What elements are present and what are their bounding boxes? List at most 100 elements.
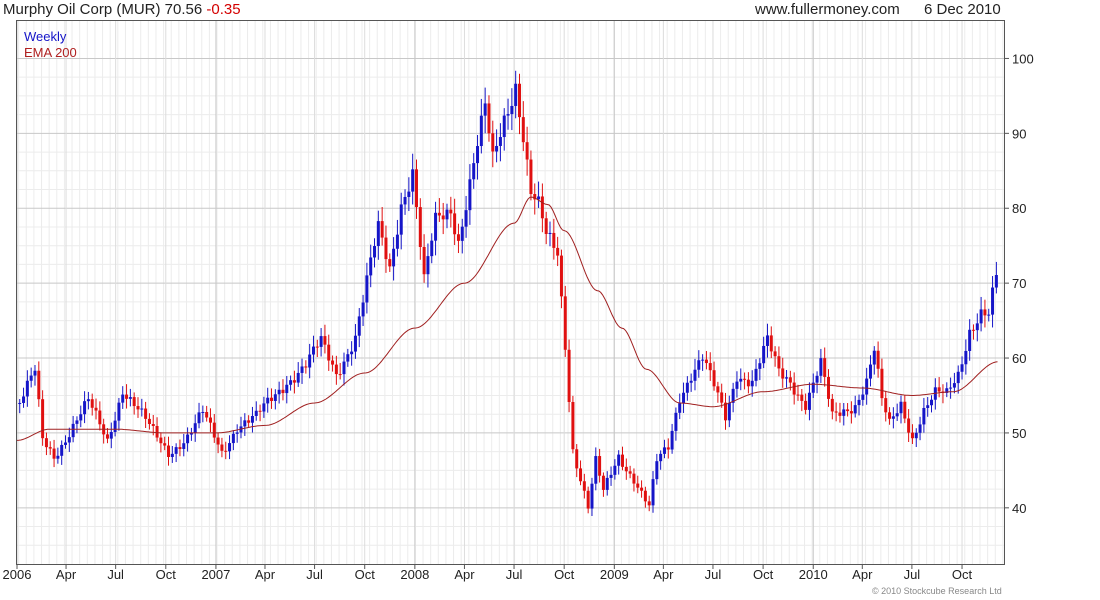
candle-body xyxy=(113,420,117,432)
candle-body xyxy=(388,259,392,267)
candle-body xyxy=(846,409,850,412)
candle-body xyxy=(914,432,918,439)
candle-body xyxy=(651,479,655,506)
candle-body xyxy=(861,394,865,400)
candle-body xyxy=(716,386,720,393)
x-tick-label: Jul xyxy=(705,567,722,582)
candle-body xyxy=(426,256,430,275)
candle-body xyxy=(121,394,125,403)
candle-body xyxy=(724,402,728,421)
candle-body xyxy=(552,232,556,248)
candle-body xyxy=(384,237,388,260)
candle-body xyxy=(926,405,930,408)
candle-body xyxy=(514,83,518,106)
y-axis: 40 50 60 70 80 90 100 xyxy=(1004,51,1034,516)
candle-body xyxy=(949,387,953,389)
candle-body xyxy=(876,350,880,369)
candle-body xyxy=(750,380,754,387)
candle-body xyxy=(155,425,159,438)
copyright: © 2010 Stockcube Research Ltd xyxy=(872,586,1002,596)
candle-body xyxy=(414,169,418,208)
candle-body xyxy=(640,487,644,491)
candle-body xyxy=(708,363,712,371)
candle-body xyxy=(868,364,872,379)
candle-body xyxy=(338,374,342,376)
candle-body xyxy=(960,364,964,372)
candle-body xyxy=(361,302,365,317)
candle-body xyxy=(655,461,659,480)
candle-body xyxy=(743,378,747,380)
candle-body xyxy=(456,234,460,241)
candle-body xyxy=(60,444,64,456)
candle-body xyxy=(579,468,583,482)
x-tick-label: Apr xyxy=(454,567,475,582)
candle-body xyxy=(64,442,68,445)
candle-body xyxy=(853,405,857,414)
candle-body xyxy=(262,403,266,412)
candle-body xyxy=(773,351,777,357)
candle-body xyxy=(331,360,335,365)
candle-body xyxy=(369,257,373,276)
candle-body xyxy=(594,456,598,484)
candle-body xyxy=(258,410,262,412)
candle-body xyxy=(788,377,792,383)
candle-body xyxy=(71,423,75,438)
candle-body xyxy=(647,501,651,506)
candle-body xyxy=(29,375,33,381)
candle-body xyxy=(968,329,972,351)
candle-body xyxy=(807,392,811,410)
candle-body xyxy=(952,383,956,388)
candle-body xyxy=(109,431,113,439)
candle-body xyxy=(48,447,52,449)
candle-body xyxy=(25,380,29,397)
candle-body xyxy=(453,213,457,235)
candle-body xyxy=(819,358,823,376)
candle-body xyxy=(575,449,579,469)
candle-body xyxy=(44,438,48,448)
candle-body xyxy=(136,406,140,410)
candle-body xyxy=(979,309,983,324)
price-chart: 40 50 60 70 80 90 100 2006 Apr Jul Oct 2007 Apr Jul O… xyxy=(3,20,1034,582)
candle-body xyxy=(777,356,781,369)
candle-body xyxy=(151,424,155,426)
candle-body xyxy=(559,255,563,297)
candle-body xyxy=(517,83,521,118)
x-axis: 2006 Apr Jul Oct 2007 Apr Jul Oct 2008 Apr Jul Oct 2… xyxy=(3,564,973,582)
candle-body xyxy=(910,432,914,439)
candle-body xyxy=(662,447,666,454)
candle-body xyxy=(643,490,647,502)
plot-frame xyxy=(16,20,1005,565)
x-tick-label: Apr xyxy=(653,567,674,582)
candle-body xyxy=(758,363,762,369)
candle-body xyxy=(769,335,773,352)
candle-body xyxy=(468,179,472,211)
x-tick-label: Oct xyxy=(156,567,177,582)
candle-body xyxy=(746,379,750,387)
candle-body xyxy=(666,447,670,450)
x-tick-label: Oct xyxy=(753,567,774,582)
candle-body xyxy=(895,413,899,417)
candle-body xyxy=(464,210,468,227)
y-tick-label: 100 xyxy=(1012,51,1034,66)
grid xyxy=(16,21,1004,564)
candle-body xyxy=(167,445,171,457)
candle-body xyxy=(975,323,979,331)
candle-body xyxy=(899,401,903,414)
candle-body xyxy=(785,377,789,379)
candle-body xyxy=(147,418,151,425)
candle-body xyxy=(182,443,186,449)
candle-body xyxy=(445,209,449,220)
x-tick-label: Jul xyxy=(306,567,323,582)
candle-body xyxy=(197,412,201,424)
candle-body xyxy=(231,433,235,444)
candle-body xyxy=(617,454,621,466)
x-tick-label: Oct xyxy=(952,567,973,582)
x-tick-label: 2010 xyxy=(799,567,828,582)
candle-body xyxy=(94,407,98,411)
candle-body xyxy=(983,309,987,316)
candle-body xyxy=(502,115,506,138)
candle-body xyxy=(956,371,960,384)
candle-body xyxy=(582,481,586,491)
candle-body xyxy=(86,399,90,402)
candle-body xyxy=(884,398,888,413)
